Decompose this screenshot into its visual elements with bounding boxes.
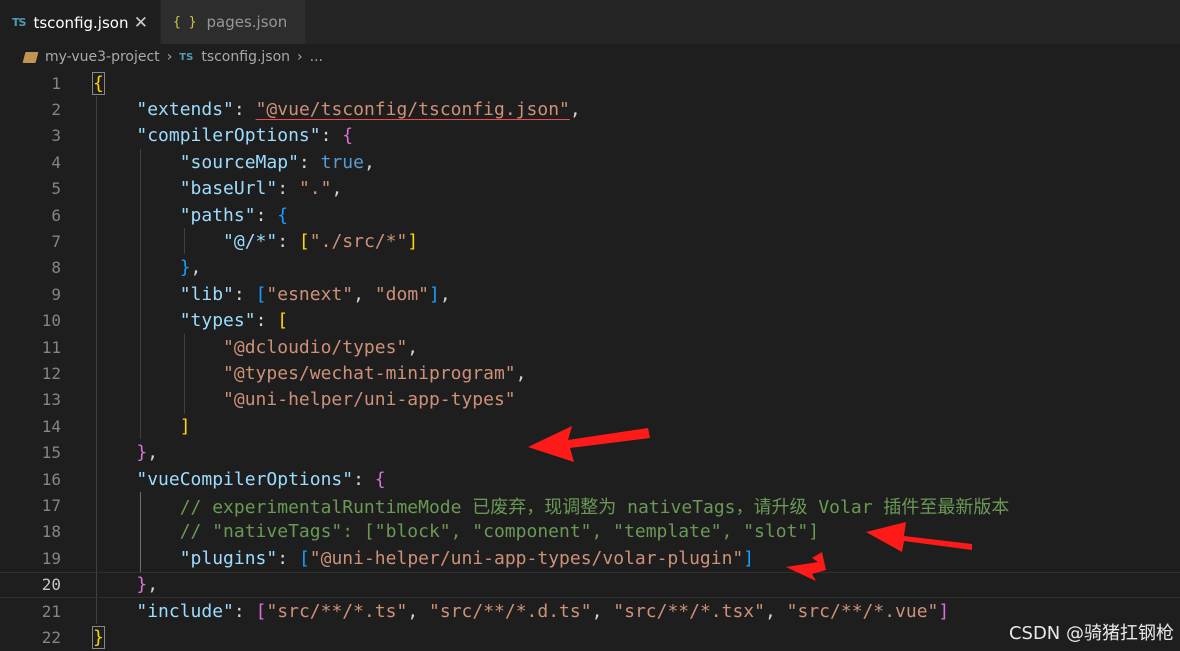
code-line: 13 "@uni-helper/uni-app-types": [0, 387, 1180, 413]
line-number: 14: [41, 416, 61, 436]
tab-tsconfig[interactable]: TS tsconfig.json ✕: [0, 0, 160, 44]
line-number: 20: [41, 575, 61, 595]
line-number: 19: [41, 548, 61, 568]
folder-icon: [22, 51, 39, 63]
code-line: 21 "include": ["src/**/*.ts", "src/**/*.…: [0, 598, 1180, 624]
code-line: 7 "@/*": ["./src/*"]: [0, 228, 1180, 254]
line-number: 3: [51, 126, 61, 146]
line-number: 10: [41, 311, 61, 331]
line-number: 15: [41, 443, 61, 463]
line-number: 13: [41, 390, 61, 410]
code-line: 22 }: [0, 624, 1180, 650]
code-line: 3 "compilerOptions": {: [0, 123, 1180, 149]
json-icon: { }: [173, 14, 197, 30]
code-line: 9 "lib": ["esnext", "dom"],: [0, 281, 1180, 307]
line-number: 6: [51, 205, 61, 225]
code-line-current: 20 },: [0, 571, 1180, 598]
code-line: 19 "plugins": ["@uni-helper/uni-app-type…: [0, 545, 1180, 571]
line-number: 18: [41, 522, 61, 542]
line-number: 7: [51, 232, 61, 252]
code-line: 15 },: [0, 440, 1180, 466]
line-number: 21: [41, 601, 61, 621]
code-line: 4 "sourceMap": true,: [0, 149, 1180, 175]
chevron-right-icon: ›: [297, 49, 303, 65]
code-line: 1 {: [0, 70, 1180, 96]
line-number: 11: [41, 337, 61, 357]
line-number: 2: [51, 100, 61, 120]
tab-label: tsconfig.json: [33, 13, 129, 32]
code-editor[interactable]: 1 { 2 "extends": "@vue/tsconfig/tsconfig…: [0, 70, 1180, 651]
code-line: 14 ]: [0, 413, 1180, 439]
code-line: 16 "vueCompilerOptions": {: [0, 466, 1180, 492]
chevron-right-icon: ›: [166, 49, 173, 65]
code-line: 8 },: [0, 255, 1180, 281]
line-number: 5: [51, 179, 61, 199]
breadcrumb-file[interactable]: tsconfig.json: [201, 49, 290, 65]
tab-pages[interactable]: { } pages.json: [160, 0, 305, 44]
breadcrumb-more[interactable]: ...: [310, 49, 323, 65]
code-line: 18 // "nativeTags": ["block", "component…: [0, 519, 1180, 545]
line-number: 12: [41, 364, 61, 384]
breadcrumb-project[interactable]: my-vue3-project: [45, 49, 160, 65]
code-line: 5 "baseUrl": ".",: [0, 176, 1180, 202]
typescript-icon: TS: [12, 16, 26, 29]
watermark: CSDN @骑猪扛钢枪: [1008, 623, 1174, 644]
code-line: 17 // experimentalRuntimeMode 已废弃，现调整为 n…: [0, 492, 1180, 518]
tab-label: pages.json: [206, 13, 288, 31]
line-number: 8: [51, 258, 61, 278]
line-number: 1: [51, 73, 61, 93]
code-line: 10 "types": [: [0, 308, 1180, 334]
code-line: 6 "paths": {: [0, 202, 1180, 228]
line-number: 16: [41, 469, 61, 489]
line-number: 4: [51, 152, 61, 172]
typescript-icon: TS: [179, 51, 194, 63]
breadcrumb: my-vue3-project › TS tsconfig.json › ...: [0, 44, 1180, 70]
tab-bar: TS tsconfig.json ✕ { } pages.json: [0, 0, 1180, 44]
line-number: 22: [41, 628, 61, 648]
code-line: 11 "@dcloudio/types",: [0, 334, 1180, 360]
line-number: 9: [51, 284, 61, 304]
close-icon[interactable]: ✕: [134, 13, 148, 33]
code-line: 12 "@types/wechat-miniprogram",: [0, 360, 1180, 386]
code-line: 2 "extends": "@vue/tsconfig/tsconfig.jso…: [0, 96, 1180, 122]
line-number: 17: [41, 496, 61, 516]
